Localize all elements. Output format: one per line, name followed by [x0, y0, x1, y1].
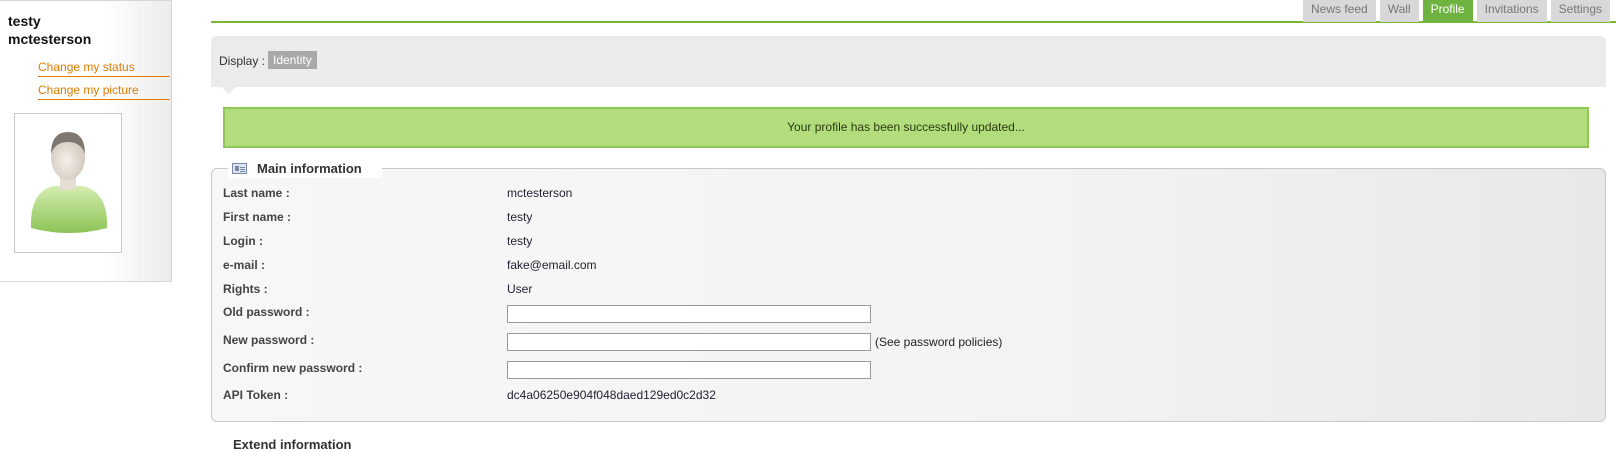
main-information-legend: Main information	[228, 158, 382, 178]
tab-news-feed[interactable]: News feed	[1303, 0, 1376, 22]
email-row: e-mail : fake@email.com	[0, 258, 1616, 278]
rights-value: User	[507, 282, 533, 296]
confirm-password-input[interactable]	[507, 361, 871, 379]
rights-label: Rights :	[223, 282, 268, 296]
change-picture-link[interactable]: Change my picture	[38, 83, 170, 100]
new-password-label: New password :	[223, 333, 315, 347]
old-password-label: Old password :	[223, 305, 310, 319]
old-password-input[interactable]	[507, 305, 871, 323]
user-first-name: testy	[8, 13, 41, 29]
login-label: Login :	[223, 234, 263, 248]
first-name-row: First name : testy	[0, 210, 1616, 230]
tab-wall[interactable]: Wall	[1379, 0, 1419, 22]
first-name-value: testy	[507, 210, 533, 224]
api-token-row: API Token : dc4a06250e904f048daed129ed0c…	[0, 388, 1616, 408]
change-status-link[interactable]: Change my status	[38, 60, 170, 77]
display-bar-pointer	[222, 87, 236, 94]
avatar	[14, 113, 122, 253]
tab-invitations[interactable]: Invitations	[1476, 0, 1547, 22]
extended-information-title: Extend information	[233, 437, 352, 452]
email-value: fake@email.com	[507, 258, 597, 272]
tab-profile[interactable]: Profile	[1422, 0, 1473, 22]
success-message: Your profile has been successfully updat…	[223, 107, 1589, 148]
tab-settings[interactable]: Settings	[1550, 0, 1610, 22]
api-token-value: dc4a06250e904f048daed129ed0c2d32	[507, 388, 716, 402]
api-token-label: API Token :	[223, 388, 289, 402]
confirm-password-label: Confirm new password :	[223, 361, 363, 375]
first-name-label: First name :	[223, 210, 292, 224]
profile-tabs: News feed Wall Profile Invitations Setti…	[1303, 0, 1610, 22]
id-card-icon	[232, 162, 247, 174]
user-full-name: testy mctesterson	[8, 12, 91, 48]
password-policies-hint: (See password policies)	[875, 335, 1003, 349]
display-identity-option[interactable]: Identity	[268, 51, 317, 69]
user-last-name: mctesterson	[8, 31, 92, 47]
last-name-row: Last name : mctesterson	[0, 186, 1616, 206]
display-label: Display :	[219, 54, 266, 68]
login-value: testy	[507, 234, 533, 248]
last-name-value: mctesterson	[507, 186, 573, 200]
main-information-title: Main information	[257, 160, 362, 176]
email-label: e-mail :	[223, 258, 266, 272]
rights-row: Rights : User	[0, 282, 1616, 302]
new-password-input[interactable]	[507, 333, 871, 351]
user-avatar-icon	[31, 132, 107, 233]
display-bar: Display : Identity	[211, 36, 1606, 87]
login-row: Login : testy	[0, 234, 1616, 254]
last-name-label: Last name :	[223, 186, 290, 200]
